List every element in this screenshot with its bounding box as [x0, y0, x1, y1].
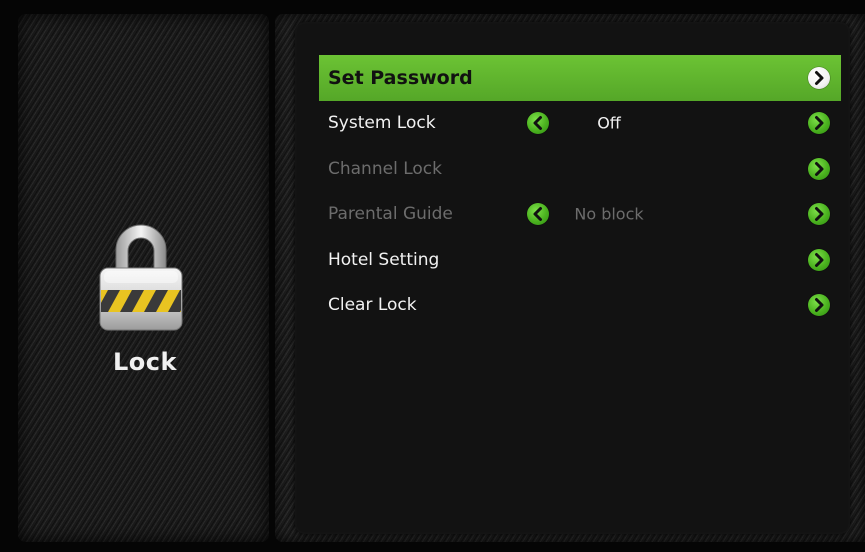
- menu-item-label: Clear Lock: [328, 295, 417, 316]
- chevron-right-icon[interactable]: [808, 66, 830, 89]
- menu-item-label: Parental Guide: [328, 204, 453, 225]
- chevron-right-icon[interactable]: [808, 112, 830, 135]
- menu-item-label: System Lock: [328, 113, 436, 134]
- menu-item-channel-lock[interactable]: Channel Lock: [319, 146, 841, 192]
- menu-list: Set Password System Lock Off Channel Loc…: [319, 55, 847, 328]
- category-title: Lock: [113, 348, 177, 376]
- menu-item-system-lock[interactable]: System Lock Off: [319, 101, 841, 147]
- menu-item-value: No block: [574, 204, 644, 224]
- menu-item-label: Hotel Setting: [328, 249, 440, 270]
- chevron-right-icon[interactable]: [808, 157, 830, 180]
- chevron-right-icon[interactable]: [808, 203, 830, 226]
- chevron-right-icon[interactable]: [808, 294, 830, 317]
- menu-item-label: Channel Lock: [328, 158, 442, 179]
- menu-item-label: Set Password: [328, 66, 473, 89]
- lock-menu-screen: Lock Set Password System Lock Off Channe…: [0, 0, 865, 552]
- menu-item-hotel-setting[interactable]: Hotel Setting: [319, 237, 841, 283]
- padlock-icon: [99, 224, 183, 331]
- chevron-right-icon[interactable]: [808, 248, 830, 271]
- menu-item-clear-lock[interactable]: Clear Lock: [319, 283, 841, 329]
- menu-item-set-password[interactable]: Set Password: [319, 55, 841, 101]
- menu-item-parental-guide[interactable]: Parental Guide No block: [319, 192, 841, 238]
- menu-item-value: Off: [597, 113, 621, 133]
